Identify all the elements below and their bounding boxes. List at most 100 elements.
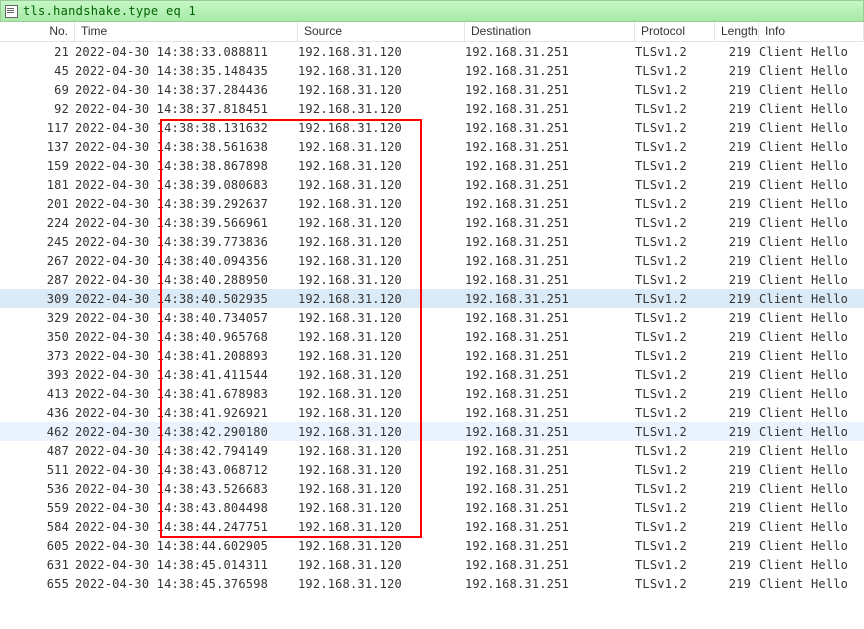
packet-row[interactable]: 3292022-04-30 14:38:40.734057192.168.31.… [0, 308, 864, 327]
packet-row[interactable]: 1372022-04-30 14:38:38.561638192.168.31.… [0, 137, 864, 156]
packet-row[interactable]: 4362022-04-30 14:38:41.926921192.168.31.… [0, 403, 864, 422]
cell-info: Client Hello [759, 406, 864, 420]
cell-info: Client Hello [759, 444, 864, 458]
cell-time: 2022-04-30 14:38:40.965768 [75, 330, 298, 344]
cell-time: 2022-04-30 14:38:42.794149 [75, 444, 298, 458]
packet-row[interactable]: 2672022-04-30 14:38:40.094356192.168.31.… [0, 251, 864, 270]
display-filter-bar[interactable]: tls.handshake.type eq 1 [0, 0, 864, 22]
packet-row[interactable]: 2872022-04-30 14:38:40.288950192.168.31.… [0, 270, 864, 289]
column-header-time[interactable]: Time [75, 22, 298, 41]
packet-row[interactable]: 4132022-04-30 14:38:41.678983192.168.31.… [0, 384, 864, 403]
packet-row[interactable]: 212022-04-30 14:38:33.088811192.168.31.1… [0, 42, 864, 61]
cell-source: 192.168.31.120 [298, 140, 465, 154]
cell-no: 137 [0, 140, 75, 154]
cell-length: 219 [715, 235, 759, 249]
cell-info: Client Hello [759, 387, 864, 401]
packet-row[interactable]: 6052022-04-30 14:38:44.602905192.168.31.… [0, 536, 864, 555]
cell-source: 192.168.31.120 [298, 387, 465, 401]
cell-source: 192.168.31.120 [298, 292, 465, 306]
cell-source: 192.168.31.120 [298, 121, 465, 135]
packet-row[interactable]: 5592022-04-30 14:38:43.804498192.168.31.… [0, 498, 864, 517]
cell-protocol: TLSv1.2 [635, 102, 715, 116]
cell-source: 192.168.31.120 [298, 558, 465, 572]
cell-protocol: TLSv1.2 [635, 558, 715, 572]
display-filter-text[interactable]: tls.handshake.type eq 1 [23, 4, 196, 18]
packet-row[interactable]: 4622022-04-30 14:38:42.290180192.168.31.… [0, 422, 864, 441]
packet-row[interactable]: 3932022-04-30 14:38:41.411544192.168.31.… [0, 365, 864, 384]
cell-protocol: TLSv1.2 [635, 159, 715, 173]
column-header-info[interactable]: Info [759, 22, 864, 41]
packet-row[interactable]: 1812022-04-30 14:38:39.080683192.168.31.… [0, 175, 864, 194]
cell-destination: 192.168.31.251 [465, 216, 635, 230]
packet-row[interactable]: 2452022-04-30 14:38:39.773836192.168.31.… [0, 232, 864, 251]
cell-length: 219 [715, 425, 759, 439]
cell-no: 201 [0, 197, 75, 211]
packet-row[interactable]: 3092022-04-30 14:38:40.502935192.168.31.… [0, 289, 864, 308]
cell-info: Client Hello [759, 425, 864, 439]
packet-row[interactable]: 6312022-04-30 14:38:45.014311192.168.31.… [0, 555, 864, 574]
cell-time: 2022-04-30 14:38:40.288950 [75, 273, 298, 287]
cell-source: 192.168.31.120 [298, 406, 465, 420]
cell-protocol: TLSv1.2 [635, 235, 715, 249]
cell-destination: 192.168.31.251 [465, 387, 635, 401]
cell-protocol: TLSv1.2 [635, 387, 715, 401]
column-header-destination[interactable]: Destination [465, 22, 635, 41]
column-header-no[interactable]: No. [0, 22, 75, 41]
cell-time: 2022-04-30 14:38:39.292637 [75, 197, 298, 211]
cell-time: 2022-04-30 14:38:38.131632 [75, 121, 298, 135]
cell-protocol: TLSv1.2 [635, 292, 715, 306]
cell-no: 584 [0, 520, 75, 534]
cell-length: 219 [715, 197, 759, 211]
cell-time: 2022-04-30 14:38:41.926921 [75, 406, 298, 420]
cell-length: 219 [715, 577, 759, 591]
packet-row[interactable]: 5842022-04-30 14:38:44.247751192.168.31.… [0, 517, 864, 536]
packet-row[interactable]: 5112022-04-30 14:38:43.068712192.168.31.… [0, 460, 864, 479]
cell-no: 631 [0, 558, 75, 572]
cell-source: 192.168.31.120 [298, 254, 465, 268]
cell-source: 192.168.31.120 [298, 330, 465, 344]
packet-row[interactable]: 2012022-04-30 14:38:39.292637192.168.31.… [0, 194, 864, 213]
cell-no: 329 [0, 311, 75, 325]
packet-row[interactable]: 6552022-04-30 14:38:45.376598192.168.31.… [0, 574, 864, 593]
packet-row[interactable]: 2242022-04-30 14:38:39.566961192.168.31.… [0, 213, 864, 232]
packet-row[interactable]: 5362022-04-30 14:38:43.526683192.168.31.… [0, 479, 864, 498]
packet-row[interactable]: 3732022-04-30 14:38:41.208893192.168.31.… [0, 346, 864, 365]
column-header-source[interactable]: Source [298, 22, 465, 41]
cell-info: Client Hello [759, 216, 864, 230]
cell-protocol: TLSv1.2 [635, 121, 715, 135]
cell-destination: 192.168.31.251 [465, 140, 635, 154]
column-header-protocol[interactable]: Protocol [635, 22, 715, 41]
packet-row[interactable]: 1592022-04-30 14:38:38.867898192.168.31.… [0, 156, 864, 175]
cell-no: 413 [0, 387, 75, 401]
cell-destination: 192.168.31.251 [465, 254, 635, 268]
packet-row[interactable]: 4872022-04-30 14:38:42.794149192.168.31.… [0, 441, 864, 460]
cell-source: 192.168.31.120 [298, 539, 465, 553]
packet-row[interactable]: 692022-04-30 14:38:37.284436192.168.31.1… [0, 80, 864, 99]
cell-protocol: TLSv1.2 [635, 273, 715, 287]
packet-row[interactable]: 922022-04-30 14:38:37.818451192.168.31.1… [0, 99, 864, 118]
column-header-length[interactable]: Length [715, 22, 759, 41]
cell-destination: 192.168.31.251 [465, 102, 635, 116]
cell-source: 192.168.31.120 [298, 159, 465, 173]
cell-no: 350 [0, 330, 75, 344]
packet-list[interactable]: 212022-04-30 14:38:33.088811192.168.31.1… [0, 42, 864, 593]
cell-protocol: TLSv1.2 [635, 216, 715, 230]
packet-row[interactable]: 452022-04-30 14:38:35.148435192.168.31.1… [0, 61, 864, 80]
packet-row[interactable]: 3502022-04-30 14:38:40.965768192.168.31.… [0, 327, 864, 346]
cell-source: 192.168.31.120 [298, 520, 465, 534]
packet-row[interactable]: 1172022-04-30 14:38:38.131632192.168.31.… [0, 118, 864, 137]
cell-length: 219 [715, 463, 759, 477]
cell-source: 192.168.31.120 [298, 368, 465, 382]
bookmark-icon[interactable] [5, 5, 18, 18]
cell-length: 219 [715, 254, 759, 268]
cell-time: 2022-04-30 14:38:45.376598 [75, 577, 298, 591]
cell-no: 224 [0, 216, 75, 230]
cell-time: 2022-04-30 14:38:43.804498 [75, 501, 298, 515]
cell-no: 92 [0, 102, 75, 116]
cell-no: 373 [0, 349, 75, 363]
cell-destination: 192.168.31.251 [465, 482, 635, 496]
cell-time: 2022-04-30 14:38:40.094356 [75, 254, 298, 268]
cell-destination: 192.168.31.251 [465, 178, 635, 192]
cell-protocol: TLSv1.2 [635, 368, 715, 382]
cell-info: Client Hello [759, 45, 864, 59]
